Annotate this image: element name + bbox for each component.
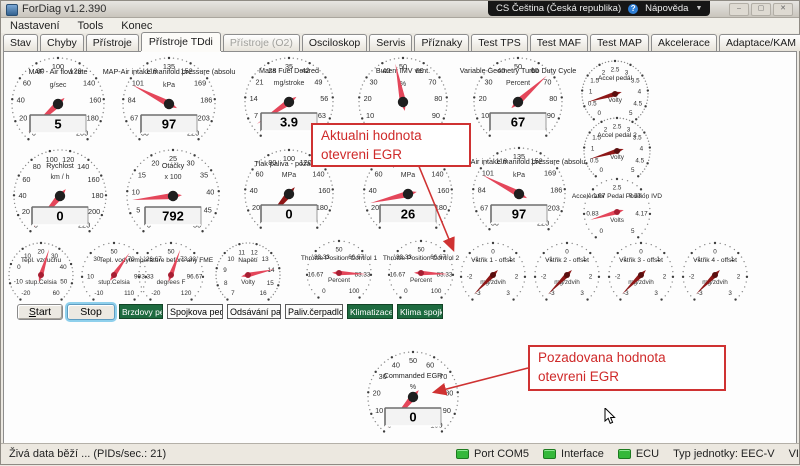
tab-p-stroje-tddi[interactable]: Přístroje TDdi: [141, 32, 221, 51]
status-right: Port COM5 Interface ECU Typ jednotky: EEC-…: [456, 444, 799, 464]
status-led-ecu: ECU: [618, 448, 659, 460]
green-led-icon: [543, 449, 556, 459]
chevron-down-icon[interactable]: ▼: [695, 5, 702, 12]
tab-bar: StavChybyPřístrojePřístroje TDdiPřístroj…: [3, 33, 799, 51]
app-icon: [6, 4, 18, 16]
button-ods-v-n-par[interactable]: Odsávání par: [227, 304, 281, 319]
tab-akcelerace[interactable]: Akcelerace: [651, 34, 717, 51]
title-bar: ForDiag v1.2.390 CS Čeština (Česká repub…: [1, 1, 799, 18]
tab-test-tps[interactable]: Test TPS: [471, 34, 527, 51]
tab-p-stroje-o2[interactable]: Přístroje (O2): [223, 34, 300, 51]
tab-chyby[interactable]: Chyby: [40, 34, 84, 51]
tab-p-znaky[interactable]: Příznaky: [414, 34, 469, 51]
tab-servis[interactable]: Servis: [369, 34, 412, 51]
green-led-icon: [618, 449, 631, 459]
tab-test-map[interactable]: Test MAP: [590, 34, 649, 51]
help-label[interactable]: Nápověda: [645, 3, 688, 14]
menu-tools[interactable]: Tools: [69, 20, 113, 32]
status-unit-type: Typ jednotky: EEC-V: [673, 448, 775, 460]
button-row: StartStop Brzdovy ped. Spojkova ped. Odsává…: [17, 304, 443, 320]
button-paliv-erpadlo[interactable]: Paliv.čerpadlo: [285, 304, 343, 319]
annotation-otevreni-egr-2: Pozadovana hodnotaotevreni EGR: [528, 345, 726, 391]
status-bar: Živá data běží ... (PIDs/sec.: 21) Port …: [1, 443, 799, 464]
tab-adaptace-kam[interactable]: Adaptace/KAM: [719, 34, 800, 51]
status-vin: VIN: WF0WXXGCDW7L1791: [789, 448, 799, 460]
app-window: ForDiag v1.2.390 CS Čeština (Česká repub…: [0, 0, 800, 465]
tab-osciloskop[interactable]: Osciloskop: [302, 34, 367, 51]
green-led-icon: [456, 449, 469, 459]
button-klimatizace[interactable]: Klimatizace: [347, 304, 393, 319]
button-stop[interactable]: Stop: [67, 304, 115, 320]
annotation-otevreni-egr-1: Aktualni hodnotaotevreni EGR: [311, 123, 471, 167]
maximize-icon[interactable]: ▢: [751, 3, 771, 16]
button-brzdovy-ped[interactable]: Brzdovy ped.: [119, 304, 163, 319]
close-icon[interactable]: ✕: [773, 3, 793, 16]
status-led-interface: Interface: [543, 448, 604, 460]
minimize-icon[interactable]: –: [729, 3, 749, 16]
window-title: ForDiag v1.2.390: [22, 3, 106, 15]
window-controls: –▢✕: [729, 3, 793, 16]
status-led-port-com5: Port COM5: [456, 448, 529, 460]
button-klima-spojka[interactable]: Klima spojka: [397, 304, 443, 319]
status-live-data: Živá data běží ... (PIDs/sec.: 21): [9, 444, 166, 464]
button-spojkova-ped[interactable]: Spojkova ped.: [167, 304, 223, 319]
tab-stav[interactable]: Stav: [3, 34, 38, 51]
menu-bar: NastaveníToolsKonec: [1, 18, 799, 33]
help-icon[interactable]: ?: [628, 4, 638, 14]
button-start[interactable]: Start: [17, 304, 63, 320]
menu-nastaven[interactable]: Nastavení: [1, 20, 69, 32]
language-bar[interactable]: CS Čeština (Česká republika) ? Nápověda …: [488, 1, 710, 16]
menu-konec[interactable]: Konec: [112, 20, 161, 32]
tab-test-maf[interactable]: Test MAF: [530, 34, 588, 51]
language-label[interactable]: CS Čeština (Česká republika): [496, 3, 621, 14]
tab-p-stroje[interactable]: Přístroje: [86, 34, 139, 51]
mouse-cursor-icon: [604, 408, 617, 430]
